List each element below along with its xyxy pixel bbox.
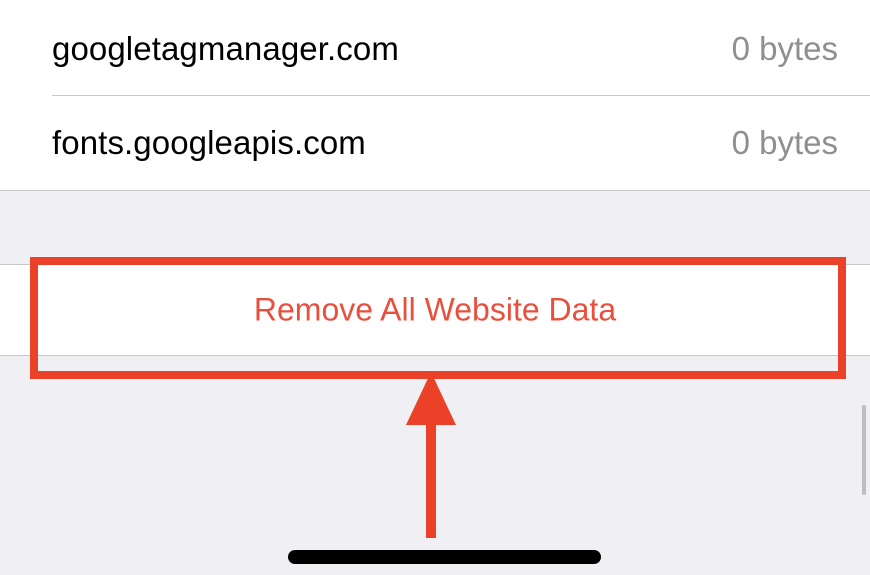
remove-all-website-data-button[interactable]: Remove All Website Data [0,264,870,356]
list-item[interactable]: fonts.googleapis.com 0 bytes [0,96,870,190]
scroll-indicator[interactable] [862,405,866,495]
arrow-shaft [426,420,436,538]
remove-all-website-data-label: Remove All Website Data [253,291,617,328]
website-data-size: 0 bytes [731,124,838,161]
website-data-list: googletagmanager.com 0 bytes fonts.googl… [0,0,870,191]
website-name: googletagmanager.com [52,30,399,67]
list-item[interactable]: googletagmanager.com 0 bytes [0,2,870,96]
home-indicator[interactable] [288,550,601,564]
website-name: fonts.googleapis.com [52,124,366,161]
arrow-head [406,372,456,425]
website-data-size: 0 bytes [731,30,838,67]
